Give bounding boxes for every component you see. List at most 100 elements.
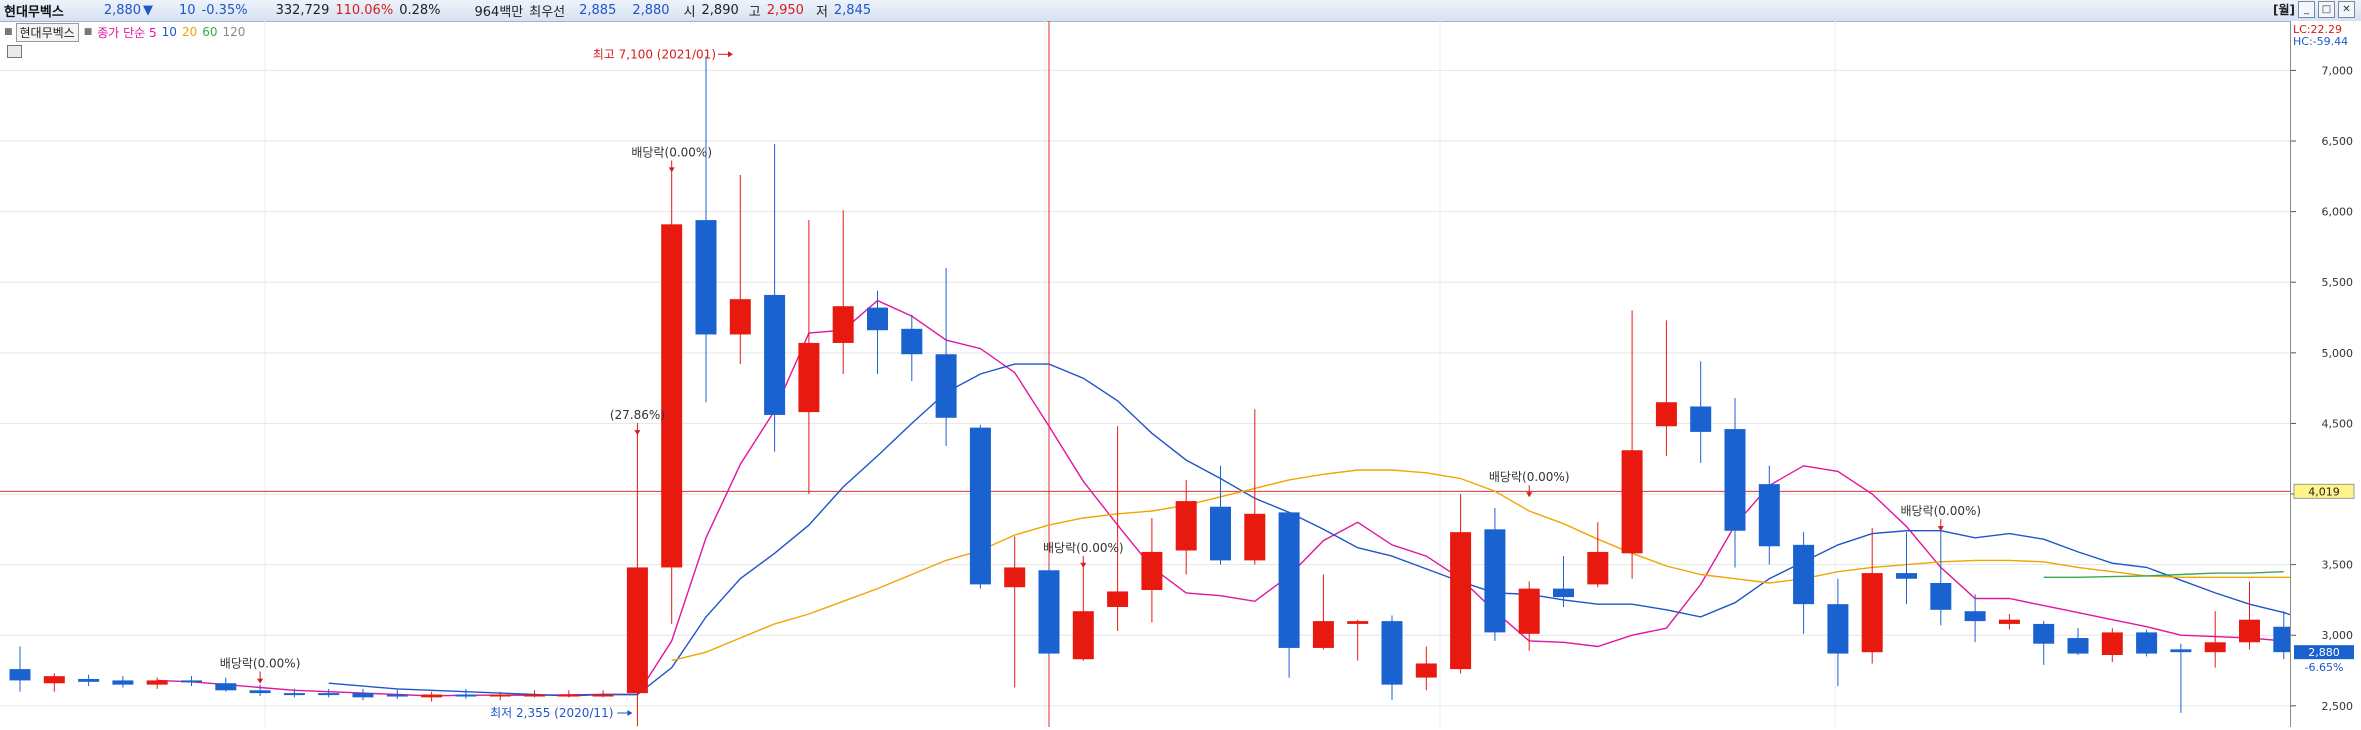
legend-symbol-tag[interactable]: 현대무벡스 xyxy=(15,22,79,42)
y-tick-label: 7,000 xyxy=(2322,64,2354,77)
candle-body xyxy=(78,678,100,682)
current-price: 2,880 xyxy=(103,3,142,18)
candle-body xyxy=(318,693,340,696)
candle-body xyxy=(1210,506,1231,561)
low-marker-arrowhead xyxy=(627,710,633,716)
candle-body xyxy=(626,567,648,694)
volume-ratio: 110.06% xyxy=(335,3,394,18)
candle-body xyxy=(1724,429,1746,531)
price-change-pct: -0.35% xyxy=(201,3,248,18)
candle-body xyxy=(2273,626,2295,653)
annotation-arrowhead xyxy=(668,167,675,173)
legend-ma5[interactable]: 종가 단순 5 xyxy=(97,24,156,41)
candle-body xyxy=(1347,621,1369,624)
candle-body xyxy=(1690,406,1712,432)
candle-body xyxy=(112,680,134,685)
candle-body xyxy=(1621,450,1643,554)
candle-body xyxy=(421,694,443,698)
candle-body xyxy=(1312,621,1334,648)
annotation-arrowhead xyxy=(1526,492,1533,498)
legend-ma120[interactable]: 120 xyxy=(223,25,246,39)
period-button[interactable]: [월] xyxy=(2273,1,2295,18)
candle-body xyxy=(1072,611,1094,660)
candle-body xyxy=(524,694,545,697)
candle-body xyxy=(146,680,168,685)
quote-bar: 현대무벡스 2,880 ▼ 10 -0.35% 332,729 110.06% … xyxy=(0,0,2361,22)
candle-body xyxy=(1553,588,1574,598)
candle-body xyxy=(969,427,991,585)
chart-plot-area[interactable]: 배당락(0.00%) (27.86%) 배당락(0.00%) 배당락(0.00%) 배당… xyxy=(0,21,2361,727)
candle-body xyxy=(1415,663,1437,678)
down-triangle-icon: ▼ xyxy=(143,3,154,18)
y-tick-label: 5,500 xyxy=(2322,276,2354,289)
candle-body xyxy=(1518,588,1540,634)
candle-body xyxy=(1450,532,1472,670)
ma-line-5 xyxy=(157,299,2361,697)
candle-body xyxy=(1896,573,1917,579)
candle-body xyxy=(283,693,305,696)
candle-body xyxy=(832,306,854,343)
y-tick-label: 6,500 xyxy=(2322,135,2354,148)
candle-body xyxy=(1175,501,1197,551)
candle-body xyxy=(935,354,957,418)
y-tick-label: 6,000 xyxy=(2322,206,2354,219)
candle-body xyxy=(1107,591,1129,607)
candle-body xyxy=(729,299,751,335)
high-price: 2,950 xyxy=(766,3,804,18)
high-label: 고 xyxy=(748,5,761,20)
candle-body xyxy=(867,307,888,331)
legend-ma10[interactable]: 10 xyxy=(162,25,177,39)
volume: 332,729 xyxy=(275,3,330,18)
candle-body xyxy=(1964,611,1986,622)
close-icon[interactable]: ✕ xyxy=(2338,1,2355,18)
candle-body xyxy=(661,224,683,568)
current-price-pct: -6.65% xyxy=(2305,661,2344,674)
candle-body xyxy=(695,220,717,335)
price-axis: 2,5003,0003,5004,0004,5005,0005,5006,000… xyxy=(2291,21,2361,727)
candle-body xyxy=(249,690,271,694)
candle-body xyxy=(1793,544,1815,605)
candle-body xyxy=(2101,632,2123,655)
candle-body xyxy=(9,669,31,681)
y-tick-label: 3,500 xyxy=(2322,559,2354,572)
candle-body xyxy=(558,694,580,697)
best-ask: 2,885 xyxy=(579,3,617,18)
candle-body xyxy=(1244,513,1266,561)
open-label: 시 xyxy=(683,5,696,20)
restore-icon[interactable]: □ xyxy=(2318,1,2335,18)
candle-body xyxy=(1861,573,1883,653)
candle-body xyxy=(2170,649,2192,653)
candle-body xyxy=(2239,619,2260,643)
symbol-name[interactable]: 현대무벡스 xyxy=(4,1,64,20)
candle-body xyxy=(1827,604,1849,654)
best-ask-label: 최우선 xyxy=(529,5,566,20)
candle-body xyxy=(181,680,202,683)
panel-toggle-icon[interactable] xyxy=(7,45,22,58)
candle-body xyxy=(901,328,923,355)
y-tick-label: 5,000 xyxy=(2322,347,2354,360)
low-marker-label: 최저 2,355 (2020/11) xyxy=(490,706,613,720)
legend-ma60[interactable]: 60 xyxy=(202,25,217,39)
candle-body xyxy=(1278,512,1300,648)
turnover-rate: 0.28% xyxy=(399,3,441,18)
low-label: 저 xyxy=(815,5,828,20)
trade-amount: 964백만 xyxy=(474,5,524,20)
candle-body xyxy=(2033,623,2055,644)
current-price-tag-text: 2,880 xyxy=(2308,646,2340,659)
candle-body xyxy=(1141,551,1163,591)
candlestick-chart[interactable]: 배당락(0.00%) (27.86%) 배당락(0.00%) 배당락(0.00%) 배당… xyxy=(0,21,2361,727)
annotation-arrowhead xyxy=(1080,562,1087,568)
minimize-icon[interactable]: _ xyxy=(2298,1,2315,18)
candle-body xyxy=(215,683,237,691)
annotation-arrowhead xyxy=(634,430,641,436)
candle-body xyxy=(455,694,477,697)
legend-ma20[interactable]: 20 xyxy=(182,25,197,39)
high-marker-label: 최고 7,100 (2021/01) xyxy=(593,47,716,61)
legend-square-icon: ■ xyxy=(4,27,13,37)
candle-body xyxy=(1004,567,1026,588)
candle-body xyxy=(1587,551,1609,585)
candle-body xyxy=(1381,621,1403,685)
candle-body xyxy=(1998,619,2020,624)
candle-body xyxy=(489,694,511,697)
dividend-annotation: 배당락(0.00%) xyxy=(1043,541,1124,555)
